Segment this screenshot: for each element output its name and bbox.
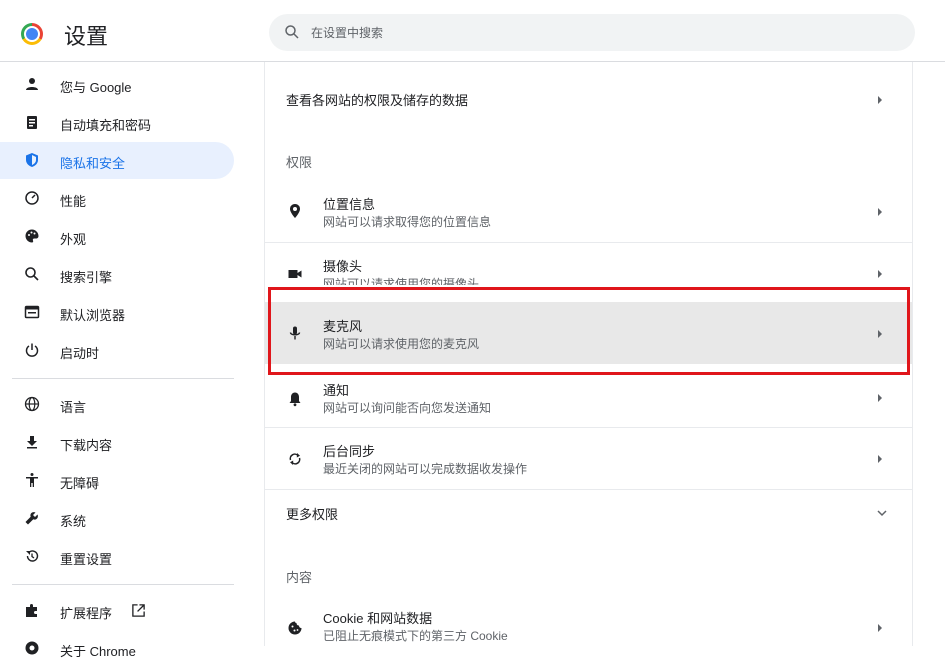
sidebar-item-label: 无障碍 [60, 476, 100, 491]
permission-row-notifications[interactable]: 通知 网站可以询问能否向您发送通知 [265, 376, 912, 428]
permission-subtitle: 最近关闭的网站可以完成数据收发操作 [323, 462, 528, 476]
sidebar-item-about-chrome[interactable]: 关于 Chrome [0, 630, 234, 667]
sidebar-item-you-and-google[interactable]: 您与 Google [0, 66, 234, 103]
permission-row-background-sync[interactable]: 后台同步 最近关闭的网站可以完成数据收发操作 [265, 427, 912, 489]
sidebar-item-label: 自动填充和密码 [60, 118, 152, 133]
chevron-right-icon [878, 455, 882, 463]
permission-title: 摄像头 [323, 259, 363, 274]
sidebar-item-label: 搜索引擎 [60, 270, 113, 285]
sidebar-item-system[interactable]: 系统 [0, 500, 234, 537]
cookie-row[interactable]: Cookie 和网站数据 已阻止无痕模式下的第三方 Cookie [265, 596, 912, 658]
sidebar-item-performance[interactable]: 性能 [0, 180, 234, 217]
cookie-subtitle: 已阻止无痕模式下的第三方 Cookie [323, 629, 508, 643]
view-all-sites-row[interactable]: 查看各网站的权限及储存的数据 [265, 62, 912, 134]
sidebar-item-label: 扩展程序 [60, 606, 113, 621]
sidebar-item-default-browser[interactable]: 默认浏览器 [0, 294, 234, 331]
sidebar-item-privacy[interactable]: 隐私和安全 [0, 142, 234, 179]
search-box[interactable] [269, 14, 915, 51]
chevron-right-icon [878, 394, 882, 402]
permission-subtitle: 网站可以请求取得您的位置信息 [323, 215, 492, 229]
sidebar: 您与 Google 自动填充和密码 隐私和安全 性能 外观 搜索引擎 默认浏览器… [0, 62, 250, 659]
camera-icon [288, 270, 302, 278]
permission-row-location[interactable]: 位置信息 网站可以请求取得您的位置信息 [265, 180, 912, 242]
top-bar: 设置 [0, 0, 945, 62]
person-icon [26, 78, 38, 90]
sidebar-item-label: 重置设置 [60, 552, 113, 567]
palette-icon [25, 229, 39, 243]
sidebar-item-accessibility[interactable]: 无障碍 [0, 462, 234, 499]
chevron-right-icon [878, 624, 882, 632]
accessibility-icon [26, 473, 38, 487]
sidebar-item-label: 性能 [60, 194, 87, 209]
permission-title: 后台同步 [323, 444, 376, 459]
restore-icon [26, 550, 39, 562]
content-section-title: 内容 [286, 570, 313, 585]
sidebar-item-label: 默认浏览器 [60, 308, 126, 323]
shield-icon [26, 153, 38, 167]
sidebar-item-label: 您与 Google [60, 80, 132, 95]
highlight-box [268, 287, 910, 375]
sidebar-item-label: 隐私和安全 [60, 156, 126, 171]
power-icon [25, 343, 39, 357]
download-icon [27, 436, 37, 449]
chevron-right-icon [878, 270, 882, 278]
browser-icon [24, 305, 40, 319]
search-icon [285, 25, 299, 39]
chrome-icon [25, 641, 39, 655]
speedometer-icon [25, 191, 39, 205]
chevron-down-icon [877, 510, 887, 517]
search-icon [25, 267, 39, 281]
sidebar-divider [12, 584, 234, 585]
sidebar-item-label: 关于 Chrome [60, 644, 136, 659]
page-title: 设置 [64, 24, 109, 49]
wrench-icon [25, 512, 38, 525]
sidebar-item-autofill[interactable]: 自动填充和密码 [0, 104, 234, 141]
puzzle-icon [26, 604, 37, 617]
sidebar-item-label: 下载内容 [60, 438, 113, 453]
sidebar-item-label: 启动时 [60, 346, 100, 361]
permission-title: 位置信息 [323, 197, 376, 212]
permission-title: 通知 [323, 383, 350, 398]
chevron-right-icon [878, 96, 882, 104]
permission-subtitle: 网站可以请求使用您的摄像头 [323, 277, 480, 285]
sidebar-item-label: 系统 [60, 514, 87, 529]
sidebar-item-search-engine[interactable]: 搜索引擎 [0, 256, 234, 293]
cookie-icon [288, 621, 302, 635]
chrome-logo-icon [21, 23, 43, 45]
sidebar-item-on-startup[interactable]: 启动时 [0, 332, 234, 369]
sidebar-item-label: 语言 [60, 400, 87, 415]
more-permissions-row[interactable]: 更多权限 [265, 489, 912, 535]
permission-subtitle: 网站可以询问能否向您发送通知 [323, 401, 492, 415]
sidebar-item-extensions[interactable]: 扩展程序 [0, 592, 234, 629]
sync-icon [289, 453, 301, 465]
bell-icon [289, 392, 301, 407]
more-permissions-label: 更多权限 [286, 507, 339, 522]
permissions-section-title: 权限 [286, 155, 313, 170]
sidebar-item-languages[interactable]: 语言 [0, 386, 234, 423]
permission-row-camera[interactable]: 摄像头 网站可以请求使用您的摄像头 [265, 242, 912, 288]
chevron-right-icon [878, 208, 882, 216]
search-input[interactable] [311, 22, 891, 43]
location-pin-icon [290, 204, 300, 218]
view-all-sites-label: 查看各网站的权限及储存的数据 [286, 93, 469, 108]
external-link-icon [132, 604, 145, 617]
sidebar-item-appearance[interactable]: 外观 [0, 218, 234, 255]
sidebar-item-label: 外观 [60, 232, 87, 247]
sidebar-divider [12, 378, 234, 379]
clipboard-icon [27, 116, 37, 129]
sidebar-item-reset[interactable]: 重置设置 [0, 538, 234, 575]
globe-icon [24, 396, 40, 412]
sidebar-item-downloads[interactable]: 下载内容 [0, 424, 234, 461]
cookie-title: Cookie 和网站数据 [323, 611, 433, 626]
